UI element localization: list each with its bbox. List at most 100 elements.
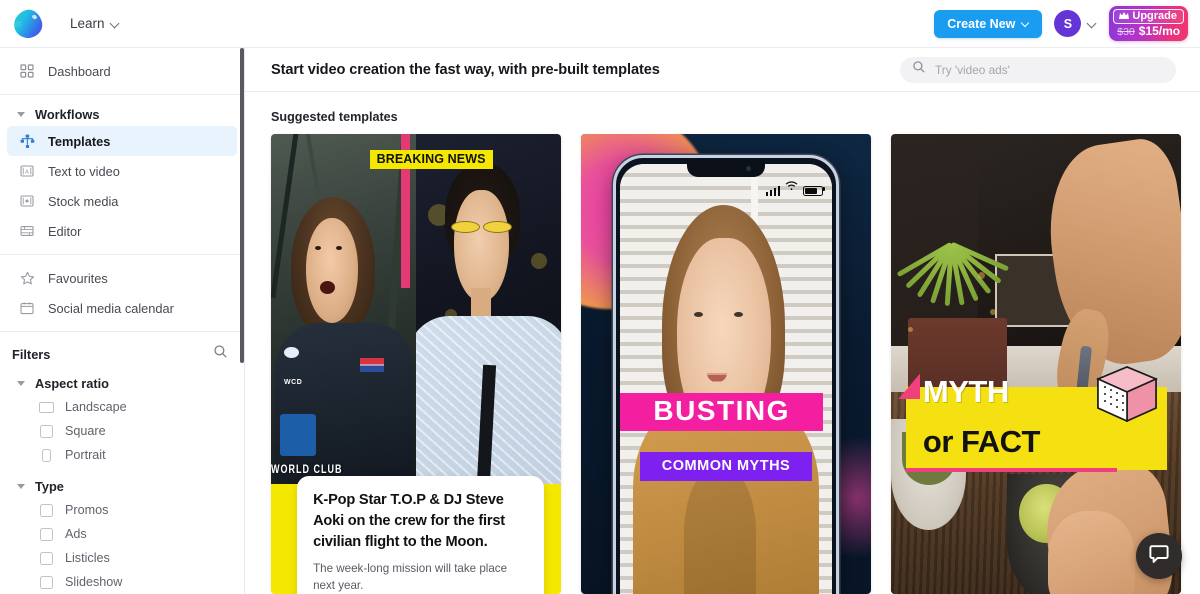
signal-icon bbox=[765, 185, 781, 196]
phone-mockup: BUSTING COMMON MYTHS bbox=[612, 154, 840, 594]
page-title: Start video creation the fast way, with … bbox=[271, 61, 660, 78]
upgrade-price: $30 $15/mo bbox=[1117, 25, 1180, 38]
create-new-label: Create New bbox=[947, 16, 1016, 31]
text-to-video-icon: A bbox=[19, 163, 35, 179]
filters-label: Filters bbox=[12, 346, 51, 362]
sidebar-item-label: Editor bbox=[48, 223, 82, 239]
grid-dashboard-icon bbox=[19, 63, 35, 79]
upgrade-label: Upgrade bbox=[1132, 9, 1177, 22]
calendar-icon bbox=[19, 300, 35, 316]
app-logo-icon[interactable] bbox=[11, 6, 45, 41]
filter-option-label: Promos bbox=[65, 503, 109, 517]
template-card-breaking-news[interactable]: WCD BREAKING NEWS WORLD CLUB K-Pop Star … bbox=[271, 134, 561, 594]
battery-icon bbox=[803, 185, 826, 196]
phone-screen bbox=[619, 163, 833, 594]
upgrade-badge: Upgrade bbox=[1113, 8, 1184, 24]
phone-status-bar bbox=[765, 178, 826, 196]
main-header: Start video creation the fast way, with … bbox=[245, 48, 1200, 92]
band-primary-text: BUSTING bbox=[653, 394, 790, 426]
template-card-myth-or-fact[interactable]: MYTH or FACT bbox=[891, 134, 1181, 594]
checkbox-landscape-icon[interactable] bbox=[38, 401, 54, 413]
price-original: $30 bbox=[1117, 25, 1135, 38]
app-root: Learn Create New S Upgrade $30 $15/mo Da… bbox=[0, 0, 1200, 594]
filter-option-label: Ads bbox=[65, 527, 87, 541]
card-subtext: The week-long mission will take place ne… bbox=[313, 562, 508, 592]
body: Dashboard Workflows Templates A Text to … bbox=[0, 48, 1200, 594]
chevron-down-icon bbox=[1022, 19, 1031, 28]
filter-option-label: Listicles bbox=[65, 551, 110, 565]
sidebar-item-social-media-calendar[interactable]: Social media calendar bbox=[7, 293, 237, 323]
filter-option-listicles[interactable]: Listicles bbox=[0, 546, 244, 570]
card-title-black: or FACT bbox=[922, 424, 1041, 460]
sidebar-item-label: Text to video bbox=[48, 163, 120, 179]
checkbox-portrait-icon[interactable] bbox=[41, 448, 51, 462]
sidebar-scrollbar[interactable] bbox=[240, 48, 244, 363]
filter-option-ads[interactable]: Ads bbox=[0, 522, 244, 546]
sidebar-divider-1 bbox=[0, 94, 244, 95]
card-band-secondary: COMMON MYTHS bbox=[640, 451, 812, 481]
filter-group-aspect-ratio[interactable]: Aspect ratio bbox=[7, 372, 237, 395]
create-new-button[interactable]: Create New bbox=[934, 9, 1043, 38]
template-grid: WCD BREAKING NEWS WORLD CLUB K-Pop Star … bbox=[245, 134, 1200, 594]
template-card-busting-common-myths[interactable]: BUSTING COMMON MYTHS bbox=[581, 134, 871, 594]
avatar: S bbox=[1054, 10, 1082, 37]
filter-option-label: Slideshow bbox=[65, 575, 123, 589]
sidebar-item-favourites[interactable]: Favourites bbox=[7, 263, 237, 293]
price-discounted: $15/mo bbox=[1138, 23, 1181, 38]
cube-icon bbox=[1095, 366, 1158, 423]
stock-media-icon bbox=[19, 193, 35, 209]
svg-text:A: A bbox=[25, 169, 29, 175]
sidebar-item-label: Templates bbox=[48, 133, 111, 149]
card-headline: K-Pop Star T.O.P & DJ Steve Aoki on the … bbox=[313, 492, 505, 550]
filter-option-promos[interactable]: Promos bbox=[0, 498, 244, 522]
checkbox-icon[interactable] bbox=[39, 575, 53, 589]
top-bar: Learn Create New S Upgrade $30 $15/mo bbox=[0, 0, 1200, 48]
sidebar-item-stock-media[interactable]: Stock media bbox=[7, 186, 237, 216]
section-label: Suggested templates bbox=[271, 110, 398, 124]
search-placeholder: Try 'video ads' bbox=[935, 62, 1010, 77]
upgrade-button[interactable]: Upgrade $30 $15/mo bbox=[1109, 5, 1188, 42]
filter-option-portrait[interactable]: Portrait bbox=[0, 443, 244, 467]
phone-notch bbox=[687, 159, 765, 177]
sidebar-item-label: Social media calendar bbox=[48, 300, 174, 316]
checkbox-square-icon[interactable] bbox=[39, 424, 53, 438]
filter-option-square[interactable]: Square bbox=[0, 419, 244, 443]
filter-group-type[interactable]: Type bbox=[7, 475, 237, 498]
crown-icon bbox=[1119, 11, 1130, 20]
wifi-icon bbox=[785, 178, 798, 196]
top-bar-right: Create New S Upgrade $30 $15/mo bbox=[934, 5, 1188, 42]
filter-group-label: Type bbox=[35, 479, 64, 494]
sidebar-item-dashboard[interactable]: Dashboard bbox=[7, 56, 237, 86]
sidebar-group-workflows[interactable]: Workflows bbox=[7, 103, 237, 126]
learn-menu[interactable]: Learn bbox=[70, 16, 120, 31]
checkbox-icon[interactable] bbox=[39, 551, 53, 565]
search-input[interactable]: Try 'video ads' bbox=[900, 56, 1176, 83]
caret-down-icon bbox=[17, 482, 26, 491]
sidebar: Dashboard Workflows Templates A Text to … bbox=[0, 48, 245, 594]
search-icon[interactable] bbox=[213, 344, 228, 364]
search-icon bbox=[912, 60, 926, 79]
sidebar-item-label: Stock media bbox=[48, 193, 119, 209]
chat-widget-button[interactable] bbox=[1136, 533, 1182, 579]
filter-option-slideshow[interactable]: Slideshow bbox=[0, 570, 244, 594]
filter-option-landscape[interactable]: Landscape bbox=[0, 395, 244, 419]
filters-header: Filters bbox=[0, 340, 244, 368]
sidebar-item-label: Dashboard bbox=[48, 63, 111, 79]
star-icon bbox=[19, 270, 35, 286]
breaking-news-badge: BREAKING NEWS bbox=[369, 150, 493, 170]
caret-down-icon bbox=[17, 110, 26, 119]
camera-icon bbox=[746, 165, 751, 171]
learn-label: Learn bbox=[70, 16, 105, 31]
sidebar-item-templates[interactable]: Templates bbox=[7, 126, 237, 156]
checkbox-icon[interactable] bbox=[39, 527, 53, 541]
sidebar-item-text-to-video[interactable]: A Text to video bbox=[7, 156, 237, 186]
band-secondary-text: COMMON MYTHS bbox=[661, 457, 791, 474]
card-band-primary: BUSTING bbox=[620, 392, 823, 431]
pink-underline-decoration bbox=[905, 467, 1118, 472]
caret-down-icon bbox=[17, 379, 26, 388]
filter-group-label: Aspect ratio bbox=[35, 376, 109, 391]
checkbox-icon[interactable] bbox=[39, 503, 53, 517]
sidebar-item-editor[interactable]: Editor bbox=[7, 216, 237, 246]
sidebar-divider-2 bbox=[0, 254, 244, 255]
account-menu[interactable]: S bbox=[1054, 10, 1097, 37]
